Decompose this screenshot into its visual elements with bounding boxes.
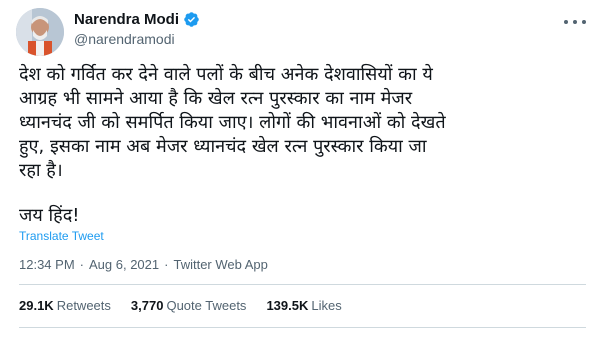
tweet-meta: 12:34 PM · Aug 6, 2021 · Twitter Web App <box>19 257 268 272</box>
retweets-count: 29.1K <box>19 298 54 313</box>
tweet-date[interactable]: Aug 6, 2021 <box>89 257 159 272</box>
likes-label: Likes <box>311 298 342 313</box>
divider <box>19 327 586 328</box>
likes-count: 139.5K <box>266 298 309 313</box>
translate-tweet-link[interactable]: Translate Tweet <box>19 229 104 243</box>
author-name-row: Narendra Modi <box>74 11 200 28</box>
quote-tweets-label: Quote Tweets <box>166 298 247 313</box>
quote-tweets-count: 3,770 <box>130 298 164 313</box>
author-display-name[interactable]: Narendra Modi <box>74 11 179 28</box>
tweet-card: Narendra Modi @narendramodi देश को गर्वि… <box>0 0 600 338</box>
likes-stat[interactable]: 139.5K Likes <box>266 298 341 313</box>
meta-separator: · <box>79 257 84 272</box>
author-handle[interactable]: @narendramodi <box>74 31 175 47</box>
more-options-icon[interactable] <box>564 14 586 30</box>
quote-tweets-stat[interactable]: 3,770 Quote Tweets <box>131 298 247 313</box>
tweet-time[interactable]: 12:34 PM <box>19 257 75 272</box>
tweet-sign-off: जय हिंद! <box>19 205 80 226</box>
tweet-text: देश को गर्वित कर देने वाले पलों के बीच अ… <box>19 64 446 181</box>
retweets-stat[interactable]: 29.1K Retweets <box>19 298 111 313</box>
tweet-stats: 29.1K Retweets 3,770 Quote Tweets 139.5K Li… <box>19 298 362 313</box>
avatar-image <box>16 8 64 56</box>
divider <box>19 284 586 285</box>
verified-badge-icon <box>183 11 200 28</box>
tweet-source[interactable]: Twitter Web App <box>173 257 267 272</box>
retweets-label: Retweets <box>56 298 111 313</box>
meta-separator: · <box>164 257 169 272</box>
avatar[interactable] <box>16 8 64 56</box>
